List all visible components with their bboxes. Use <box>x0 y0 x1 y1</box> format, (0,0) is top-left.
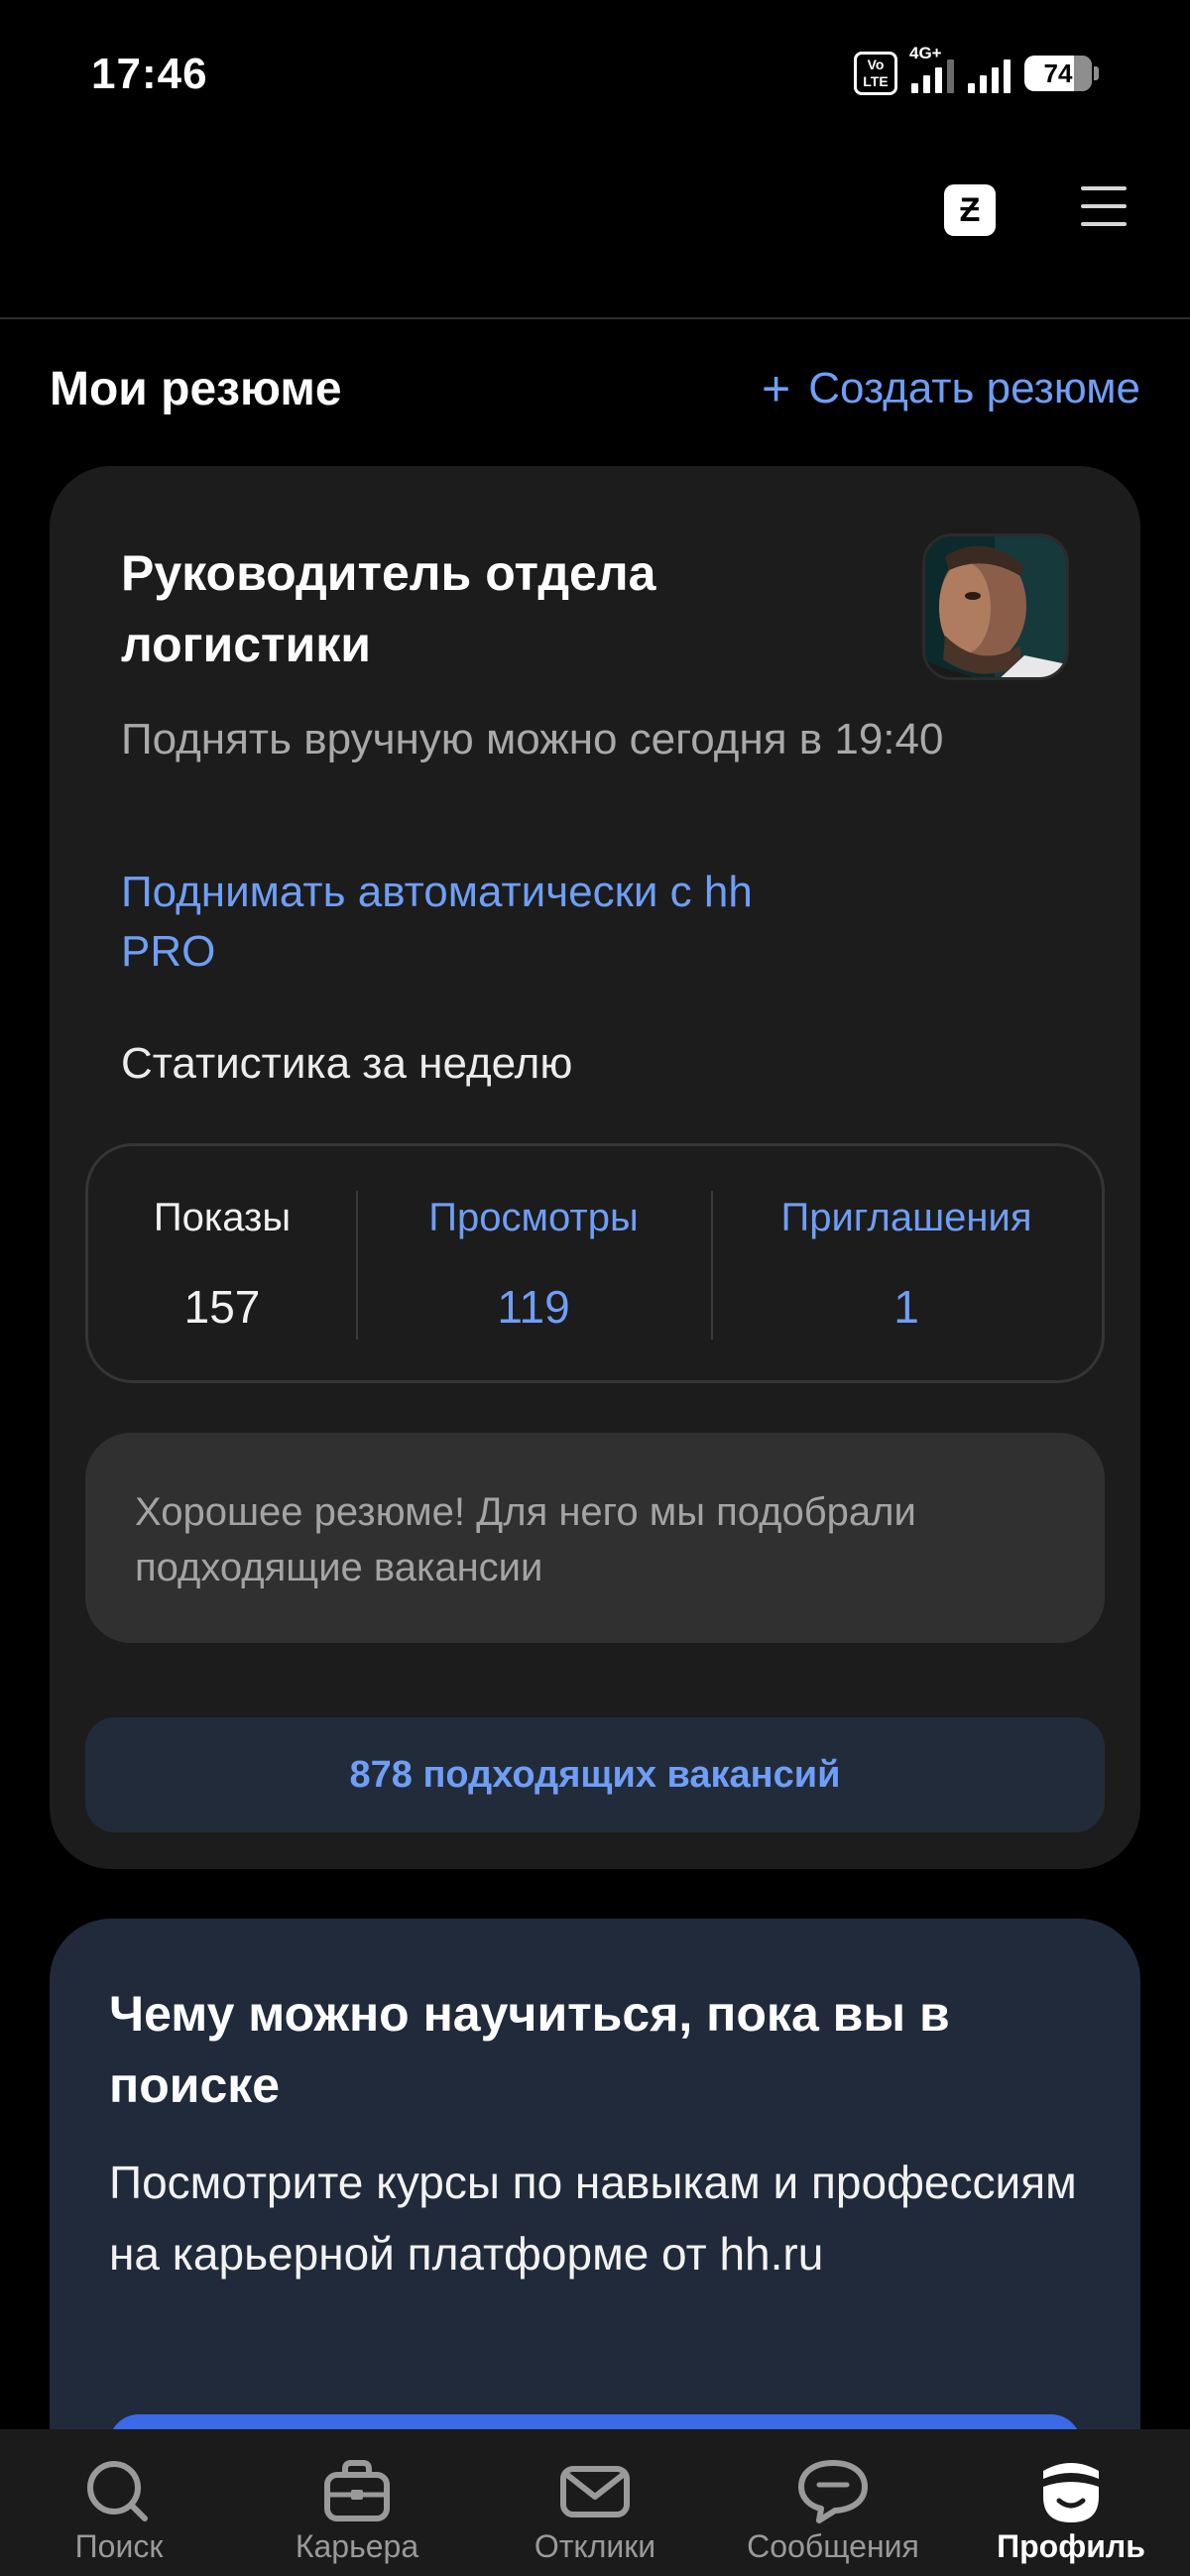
raise-info-text: Поднять вручную можно сегодня в 19:40 <box>121 715 944 763</box>
stat-invitations[interactable]: Приглашения 1 <box>711 1146 1102 1380</box>
create-resume-link[interactable]: + Создать резюме <box>762 364 1140 413</box>
volte-icon: Vo LTE <box>854 52 897 95</box>
nav-label: Сообщения <box>747 2528 919 2564</box>
create-resume-label: Создать резюме <box>808 364 1140 412</box>
stat-label: Показы <box>153 1196 292 1239</box>
network-type-label: 4G+ <box>909 44 942 62</box>
nav-label: Отклики <box>534 2528 656 2564</box>
status-indicators: Vo LTE 4G+ 74 <box>854 44 1099 97</box>
stats-box: Показы 157 Просмотры 119 Приглашения 1 <box>85 1143 1105 1383</box>
nav-responses[interactable]: Отклики <box>476 2429 714 2576</box>
page: 17:46 Vo LTE 4G+ 74 Ƶ Мои резюме + Созда… <box>0 0 1190 2576</box>
signal-4g-icon: 4G+ <box>909 44 954 93</box>
mail-icon <box>560 2466 630 2517</box>
stats-label: Статистика за неделю <box>121 1039 573 1088</box>
stat-value: 119 <box>497 1281 570 1333</box>
resume-tip: Хорошее резюме! Для него мы подобрали по… <box>85 1433 1105 1643</box>
stat-value: 1 <box>893 1281 919 1333</box>
nav-label: Карьера <box>295 2528 419 2564</box>
chat-icon <box>798 2460 868 2523</box>
search-icon <box>87 2461 148 2521</box>
plus-icon: + <box>761 361 791 416</box>
stat-views[interactable]: Просмотры 119 <box>356 1146 711 1380</box>
stat-value: 157 <box>183 1281 261 1333</box>
status-time: 17:46 <box>91 50 208 98</box>
auto-raise-link[interactable]: Поднимать автоматически с hh PRO <box>121 863 815 982</box>
nav-profile[interactable]: Профиль <box>952 2429 1190 2576</box>
battery-level: 74 <box>1043 59 1073 88</box>
nav-label: Профиль <box>997 2528 1145 2564</box>
status-bar: 17:46 Vo LTE 4G+ 74 <box>0 0 1190 149</box>
stat-impressions: Показы 157 <box>88 1146 356 1380</box>
briefcase-icon <box>324 2460 390 2521</box>
zen-logo-icon[interactable]: Ƶ <box>944 184 996 236</box>
nav-messages[interactable]: Сообщения <box>714 2429 952 2576</box>
avatar <box>922 533 1069 680</box>
learning-title: Чему можно научиться, пока вы в поиске <box>109 1986 950 2113</box>
nav-career[interactable]: Карьера <box>238 2429 476 2576</box>
section-title: Мои резюме <box>50 363 342 415</box>
top-bar: Ƶ <box>0 149 1190 319</box>
resume-card[interactable]: Руководитель отдела логистики Поднять вр… <box>50 466 1140 1869</box>
stat-label: Просмотры <box>428 1196 639 1239</box>
nav-label: Поиск <box>74 2528 164 2564</box>
matching-vacancies-button[interactable]: 878 подходящих вакансий <box>85 1717 1105 1832</box>
signal-icon <box>968 54 1011 93</box>
bottom-nav: Поиск Карьера Отклики Сообщения Профиль <box>0 2429 1190 2576</box>
resume-title[interactable]: Руководитель отдела логистики <box>121 537 815 680</box>
menu-icon[interactable] <box>1081 186 1127 228</box>
battery-icon: 74 <box>1024 56 1099 91</box>
profile-icon <box>1043 2463 1099 2522</box>
learning-text: Посмотрите курсы по навыкам и профессиям… <box>109 2157 1077 2280</box>
nav-search[interactable]: Поиск <box>0 2429 238 2576</box>
stat-label: Приглашения <box>780 1196 1032 1239</box>
